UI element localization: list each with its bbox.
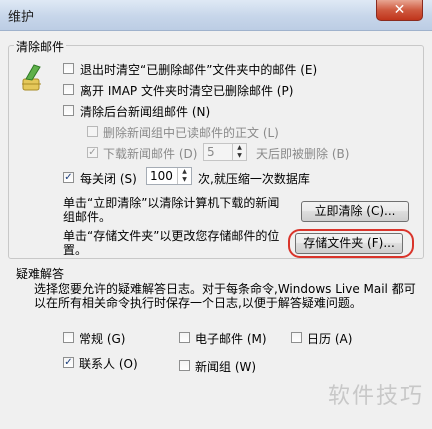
days-suffix: 天后即被删除 (B) bbox=[256, 147, 350, 161]
log-contacts-label: 联系人 (O) bbox=[79, 357, 138, 371]
delete-read-body-label: 删除新闻组中已读邮件的正文 (L) bbox=[103, 126, 279, 140]
empty-deleted-checkbox[interactable] bbox=[63, 63, 74, 74]
compact-checkbox[interactable]: ✓ bbox=[63, 172, 74, 183]
log-calendar-checkbox[interactable] bbox=[291, 332, 302, 343]
log-newsgroups-label: 新闻组 (W) bbox=[195, 360, 257, 374]
purge-imap-label: 离开 IMAP 文件夹时清空已删除邮件 (P) bbox=[80, 84, 294, 98]
close-icon: ✕ bbox=[393, 2, 406, 18]
clean-now-button[interactable]: 立即清除 (C)... bbox=[301, 201, 409, 222]
days-spinner[interactable]: 5 ▲ ▼ bbox=[203, 143, 247, 161]
log-contacts-checkbox[interactable]: ✓ bbox=[63, 357, 74, 368]
clean-now-text: 单击“立即清除”以清除计算机下载的新闻组邮件。 bbox=[63, 196, 280, 224]
close-button[interactable]: ✕ bbox=[376, 0, 423, 21]
log-general-label: 常规 (G) bbox=[79, 332, 126, 346]
delete-downloaded-checkbox[interactable]: ✓ bbox=[87, 147, 98, 158]
purge-imap-checkbox[interactable] bbox=[63, 84, 74, 95]
compact-value: 100 bbox=[150, 169, 173, 183]
window-title: 维护 bbox=[8, 10, 35, 25]
troubleshooting-description: 选择您要允许的疑难解答日志。对于每条命令,Windows Live Mail 都… bbox=[34, 282, 416, 310]
store-folder-button[interactable]: 存储文件夹 (F)... bbox=[295, 233, 403, 254]
log-mail-checkbox[interactable] bbox=[179, 332, 190, 343]
compact-spinner[interactable]: 100 ▲ ▼ bbox=[146, 167, 192, 185]
log-general-checkbox[interactable] bbox=[63, 332, 74, 343]
store-folder-text: 单击“存储文件夹”以更改您存储邮件的位置。 bbox=[63, 229, 280, 257]
broom-icon bbox=[22, 64, 41, 91]
spin-arrows-icon[interactable]: ▲ ▼ bbox=[177, 168, 191, 184]
troubleshooting-label: 疑难解答 bbox=[14, 265, 67, 282]
days-value: 5 bbox=[207, 145, 215, 159]
delete-read-body-checkbox[interactable] bbox=[87, 126, 98, 137]
purge-background-checkbox[interactable] bbox=[63, 105, 74, 116]
compact-label: 每关闭 (S) bbox=[80, 172, 137, 186]
cleanup-group-label: 清除邮件 bbox=[14, 38, 67, 55]
log-calendar-label: 日历 (A) bbox=[307, 332, 353, 346]
empty-deleted-label: 退出时清空“已删除邮件”文件夹中的邮件 (E) bbox=[80, 63, 318, 77]
log-newsgroups-checkbox[interactable] bbox=[179, 360, 190, 371]
compact-suffix: 次,就压缩一次数据库 bbox=[198, 172, 310, 186]
title-bar bbox=[0, 0, 432, 31]
purge-background-label: 清除后台新闻组邮件 (N) bbox=[80, 105, 211, 119]
spin-arrows-icon[interactable]: ▲ ▼ bbox=[232, 144, 246, 160]
delete-downloaded-label: 下载新闻邮件 (D) bbox=[103, 147, 198, 161]
watermark: 软件技巧 bbox=[327, 384, 424, 409]
log-mail-label: 电子邮件 (M) bbox=[195, 332, 267, 346]
